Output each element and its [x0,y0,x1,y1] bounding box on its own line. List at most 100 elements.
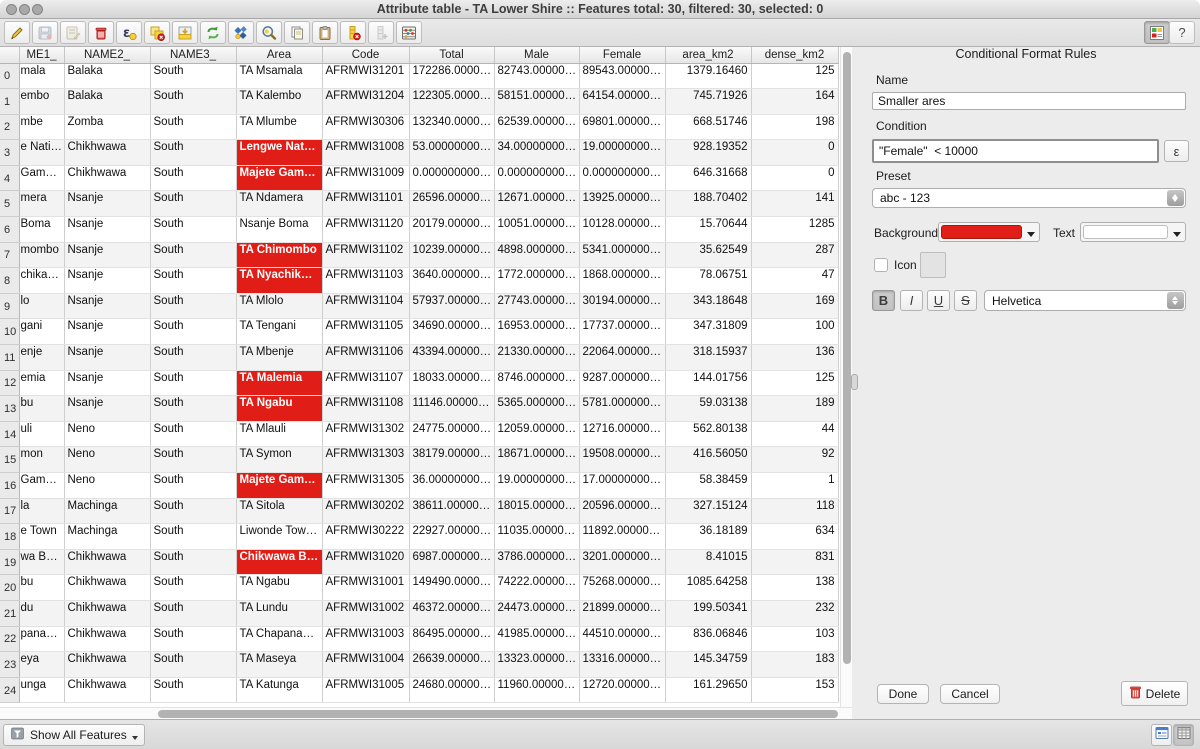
cell-area-km2[interactable]: 646.31668 [665,165,751,191]
row-number[interactable]: 1 [0,89,19,115]
cell-name1[interactable]: emia [19,370,64,396]
cell-male[interactable]: 12671.00000… [494,191,579,217]
cell-name2[interactable]: Machinga [64,524,150,550]
cell-female[interactable]: 13316.00000… [579,652,665,678]
cell-female[interactable]: 75268.00000… [579,575,665,601]
cell-total[interactable]: 38611.00000… [409,498,494,524]
move-selection-to-top-button[interactable] [172,21,198,44]
cell-total[interactable]: 0.000000000… [409,165,494,191]
cell-name2[interactable]: Chikhwawa [64,677,150,703]
cell-name1[interactable]: unga [19,677,64,703]
cell-name1[interactable]: enje [19,345,64,371]
row-number[interactable]: 19 [0,549,19,575]
cell-area[interactable]: TA Tengani [236,319,322,345]
cell-name3[interactable]: South [150,191,236,217]
cell-area-km2[interactable]: 745.71926 [665,89,751,115]
cell-male[interactable]: 13323.00000… [494,652,579,678]
cell-male[interactable]: 1772.000000… [494,268,579,294]
cell-dense-km2[interactable]: 125 [751,370,838,396]
minimize-window-icon[interactable] [19,4,30,15]
cell-code[interactable]: AFRMWI31120 [322,217,409,243]
cell-area-km2[interactable]: 416.56050 [665,447,751,473]
cell-code[interactable]: AFRMWI31001 [322,575,409,601]
background-color-button[interactable] [938,222,1040,242]
cell-area[interactable]: TA Ngabu [236,396,322,422]
column-header[interactable]: dense_km2 [751,47,838,63]
paste-features-button[interactable] [312,21,338,44]
cell-female[interactable]: 19508.00000… [579,447,665,473]
cell-total[interactable]: 172286.0000… [409,63,494,89]
cell-name3[interactable]: South [150,677,236,703]
cell-area-km2[interactable]: 1379.16460 [665,63,751,89]
row-number[interactable]: 3 [0,140,19,166]
cell-area[interactable]: TA Chapana… [236,626,322,652]
cell-dense-km2[interactable]: 153 [751,677,838,703]
cell-female[interactable]: 44510.00000… [579,626,665,652]
icon-preview-box[interactable] [920,252,946,278]
cell-name1[interactable]: mbe [19,114,64,140]
cell-code[interactable]: AFRMWI31009 [322,165,409,191]
cell-area[interactable]: TA Malemia [236,370,322,396]
cell-name1[interactable]: la [19,498,64,524]
column-header[interactable]: NAME3_ [150,47,236,63]
done-button[interactable]: Done [877,684,929,704]
row-number[interactable]: 5 [0,191,19,217]
cell-total[interactable]: 53.00000000… [409,140,494,166]
cell-area-km2[interactable]: 343.18648 [665,293,751,319]
cell-code[interactable]: AFRMWI31305 [322,473,409,499]
cell-name1[interactable]: Boma [19,217,64,243]
cell-male[interactable]: 74222.00000… [494,575,579,601]
cell-area-km2[interactable]: 35.62549 [665,242,751,268]
cell-name2[interactable]: Chikhwawa [64,140,150,166]
row-number[interactable]: 2 [0,114,19,140]
cell-female[interactable]: 12720.00000… [579,677,665,703]
cell-code[interactable]: AFRMWI31103 [322,268,409,294]
cell-name1[interactable]: mon [19,447,64,473]
cell-code[interactable]: AFRMWI31002 [322,600,409,626]
cell-code[interactable]: AFRMWI31102 [322,242,409,268]
cell-dense-km2[interactable]: 0 [751,165,838,191]
rule-name-input[interactable] [872,92,1186,110]
cell-female[interactable]: 21899.00000… [579,600,665,626]
cell-dense-km2[interactable]: 136 [751,345,838,371]
row-number[interactable]: 21 [0,600,19,626]
cancel-button[interactable]: Cancel [940,684,1000,704]
cell-name3[interactable]: South [150,626,236,652]
cell-area-km2[interactable]: 59.03138 [665,396,751,422]
select-by-expression-button[interactable]: ε [116,21,142,44]
cell-female[interactable]: 5781.000000… [579,396,665,422]
cell-total[interactable]: 57937.00000… [409,293,494,319]
cell-dense-km2[interactable]: 232 [751,600,838,626]
cell-name2[interactable]: Chikhwawa [64,575,150,601]
panel-splitter-handle[interactable] [851,374,858,390]
cell-area[interactable]: Majete Gam… [236,165,322,191]
new-field-button[interactable] [368,21,394,44]
save-edits-button[interactable] [32,21,58,44]
cell-female[interactable]: 20596.00000… [579,498,665,524]
delete-selected-button[interactable] [88,21,114,44]
column-header[interactable]: Female [579,47,665,63]
help-button[interactable]: ? [1169,21,1195,44]
cell-total[interactable]: 38179.00000… [409,447,494,473]
vertical-scrollbar-thumb[interactable] [843,52,851,664]
cell-dense-km2[interactable]: 100 [751,319,838,345]
column-header[interactable]: area_km2 [665,47,751,63]
cell-name3[interactable]: South [150,370,236,396]
cell-male[interactable]: 5365.000000… [494,396,579,422]
cell-dense-km2[interactable]: 634 [751,524,838,550]
delete-rule-button[interactable]: Delete [1121,681,1188,706]
cell-code[interactable]: AFRMWI31105 [322,319,409,345]
cell-dense-km2[interactable]: 183 [751,652,838,678]
cell-name2[interactable]: Nsanje [64,268,150,294]
cell-total[interactable]: 11146.00000… [409,396,494,422]
cell-male[interactable]: 62539.00000… [494,114,579,140]
cell-name3[interactable]: South [150,242,236,268]
cell-male[interactable]: 0.000000000… [494,165,579,191]
cell-name3[interactable]: South [150,165,236,191]
cell-total[interactable]: 18033.00000… [409,370,494,396]
cell-name3[interactable]: South [150,600,236,626]
cell-female[interactable]: 69801.00000… [579,114,665,140]
cell-code[interactable]: AFRMWI31004 [322,652,409,678]
cell-female[interactable]: 5341.000000… [579,242,665,268]
cell-female[interactable]: 22064.00000… [579,345,665,371]
